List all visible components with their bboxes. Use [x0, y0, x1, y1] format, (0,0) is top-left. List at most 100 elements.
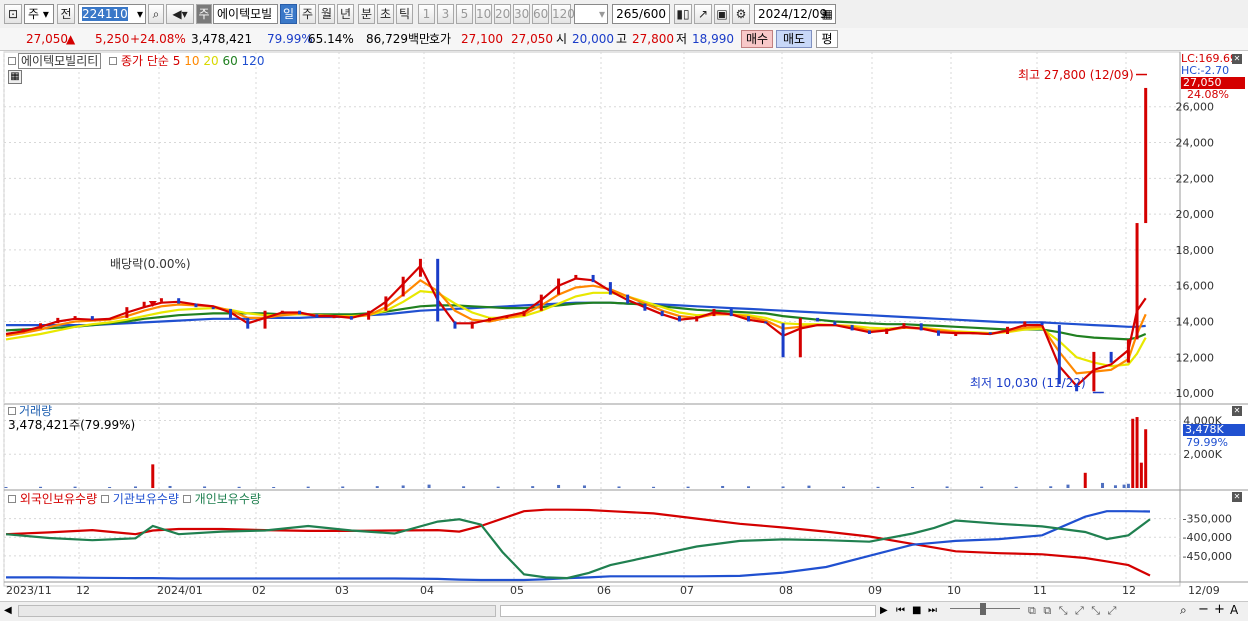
forward-icon[interactable]: ⏭	[928, 604, 942, 618]
individual-legend: 개인보유수량	[194, 492, 261, 506]
volume-bar	[1113, 485, 1117, 488]
interval-1[interactable]: 1	[418, 4, 435, 24]
font-size-icon[interactable]: A	[1230, 603, 1244, 617]
zoom-slider-handle[interactable]	[980, 603, 986, 615]
save-icon[interactable]: ▣	[714, 4, 730, 24]
x-tick-label: 2023/11	[6, 584, 52, 597]
volume-title-text: 거래량	[19, 404, 53, 418]
price-candle	[246, 317, 250, 329]
period-minute[interactable]: 분	[358, 4, 375, 24]
individual-toggle-icon[interactable]	[182, 495, 191, 503]
high-annotation: 최고 27,800 (12/09)	[1018, 68, 1134, 82]
period-tick[interactable]: 틱	[396, 4, 413, 24]
search-icon[interactable]: ⌕	[148, 4, 164, 24]
volume-panel-close-icon[interactable]: ✕	[1232, 406, 1242, 416]
candle-icon[interactable]: ▮▯	[674, 4, 692, 24]
x-tick-label: 11	[1033, 584, 1047, 597]
volume-value-label: 3,478,421주(79.99%)	[8, 418, 136, 432]
price-candle	[315, 314, 319, 318]
legend-toggle-icon[interactable]	[8, 57, 16, 65]
indicator-icon[interactable]: ↗	[694, 4, 712, 24]
price-panel-close-icon[interactable]: ✕	[1232, 54, 1242, 64]
price-candle	[211, 307, 215, 310]
scroll-thumb[interactable]	[500, 605, 876, 617]
price-candle	[488, 317, 492, 322]
interval-3[interactable]: 3	[437, 4, 454, 24]
interval-60[interactable]: 60	[532, 4, 549, 24]
stock-code-input[interactable]: 224110 ▾	[78, 4, 146, 24]
sell-button[interactable]: 매도	[776, 30, 812, 48]
ma-toggle-icon[interactable]	[109, 57, 118, 65]
average-button[interactable]: 평	[816, 30, 838, 48]
price-candle	[73, 316, 77, 319]
period-week[interactable]: 주	[299, 4, 316, 24]
pct-badge: 24.08%	[1187, 88, 1229, 101]
date-input[interactable]: 2024/12/09 ▦	[754, 4, 836, 24]
foreign-toggle-icon[interactable]	[8, 495, 16, 503]
calendar-icon[interactable]: ▦	[822, 5, 833, 23]
period-second[interactable]: 초	[377, 4, 394, 24]
volume-bar	[652, 486, 656, 488]
scroll-track[interactable]	[18, 605, 496, 617]
interval-30[interactable]: 30	[513, 4, 530, 24]
price-candle	[298, 310, 302, 315]
count-current: 265	[616, 7, 640, 21]
volume-toggle-icon[interactable]	[8, 407, 16, 415]
volume-bar	[39, 486, 43, 488]
price-candle	[367, 310, 371, 320]
bid-price: 27,050	[511, 32, 553, 46]
zoom-in-icon[interactable]: +	[1214, 603, 1228, 617]
volume-bar	[686, 486, 690, 488]
volume-bar	[108, 486, 112, 488]
interval-5[interactable]: 5	[456, 4, 473, 24]
magnifier-icon[interactable]: ⌕	[1180, 603, 1194, 617]
gear-icon[interactable]: ⚙	[732, 4, 750, 24]
chart-canvas[interactable]: 10,000 12,000 14,000 16,000 18,000 20,000 22,0…	[0, 50, 1248, 603]
x-tick-label: 09	[868, 584, 882, 597]
date-value: 2024/12/09	[758, 7, 828, 21]
market-select[interactable]: 주 ▾	[24, 4, 54, 24]
volume-bar	[1126, 483, 1130, 488]
open-price: 20,000	[572, 32, 614, 46]
volume-bar	[1049, 486, 1053, 488]
prev-button[interactable]: 전	[57, 4, 75, 24]
x-tick-label: 04	[420, 584, 434, 597]
y-tick-label: 26,000	[1176, 101, 1215, 114]
zoom-out-icon[interactable]: −	[1198, 603, 1212, 617]
code-dropdown-icon[interactable]: ▾	[137, 5, 143, 23]
volume-bar	[557, 484, 561, 488]
price-candle	[729, 308, 733, 317]
volume-bar	[980, 486, 984, 488]
scroll-left-icon[interactable]: ◀	[4, 604, 16, 618]
holdings-panel-close-icon[interactable]: ✕	[1232, 492, 1242, 502]
sound-icon[interactable]: ◀▾	[166, 4, 194, 24]
custom-interval-select[interactable]: ▾	[574, 4, 608, 24]
count-total: /600	[639, 7, 666, 21]
price-candle	[747, 316, 751, 322]
interval-20[interactable]: 20	[494, 4, 511, 24]
volume-bar	[73, 486, 77, 488]
drawing-tools-icon[interactable]: ⧉ ⧉ ⤡ ⤢ ⤡ ⤢	[1028, 604, 1178, 618]
buy-button[interactable]: 매수	[741, 30, 773, 48]
volume-bar	[1066, 484, 1070, 488]
volume-bar	[531, 486, 535, 488]
period-year[interactable]: 년	[337, 4, 354, 24]
rewind-icon[interactable]: ⏮	[896, 604, 910, 618]
institution-toggle-icon[interactable]	[100, 495, 109, 503]
price-candle	[557, 278, 561, 295]
data-count-field[interactable]: 265/600	[612, 4, 670, 24]
interval-10[interactable]: 10	[475, 4, 492, 24]
interval-120[interactable]: 120	[551, 4, 575, 24]
scroll-right-icon[interactable]: ▶	[880, 604, 892, 618]
x-tick-label: 08	[779, 584, 793, 597]
period-day[interactable]: 일	[280, 4, 297, 24]
price-candle	[349, 316, 353, 320]
stop-icon[interactable]: ■	[912, 604, 926, 618]
toolbar: ⊡ 주 ▾ 전 224110 ▾ ⌕ ◀▾ 주 에이텍모빌 일 주 월 년 분 초…	[0, 0, 1248, 29]
y-tick-label: 16,000	[1176, 280, 1215, 293]
chart-settings-icon[interactable]: ⊡	[4, 4, 22, 24]
period-month[interactable]: 월	[318, 4, 335, 24]
x-tick-label: 02	[252, 584, 266, 597]
table-view-icon[interactable]: ▦	[8, 70, 22, 84]
ma-legend-label: 종가 단순	[120, 54, 169, 68]
